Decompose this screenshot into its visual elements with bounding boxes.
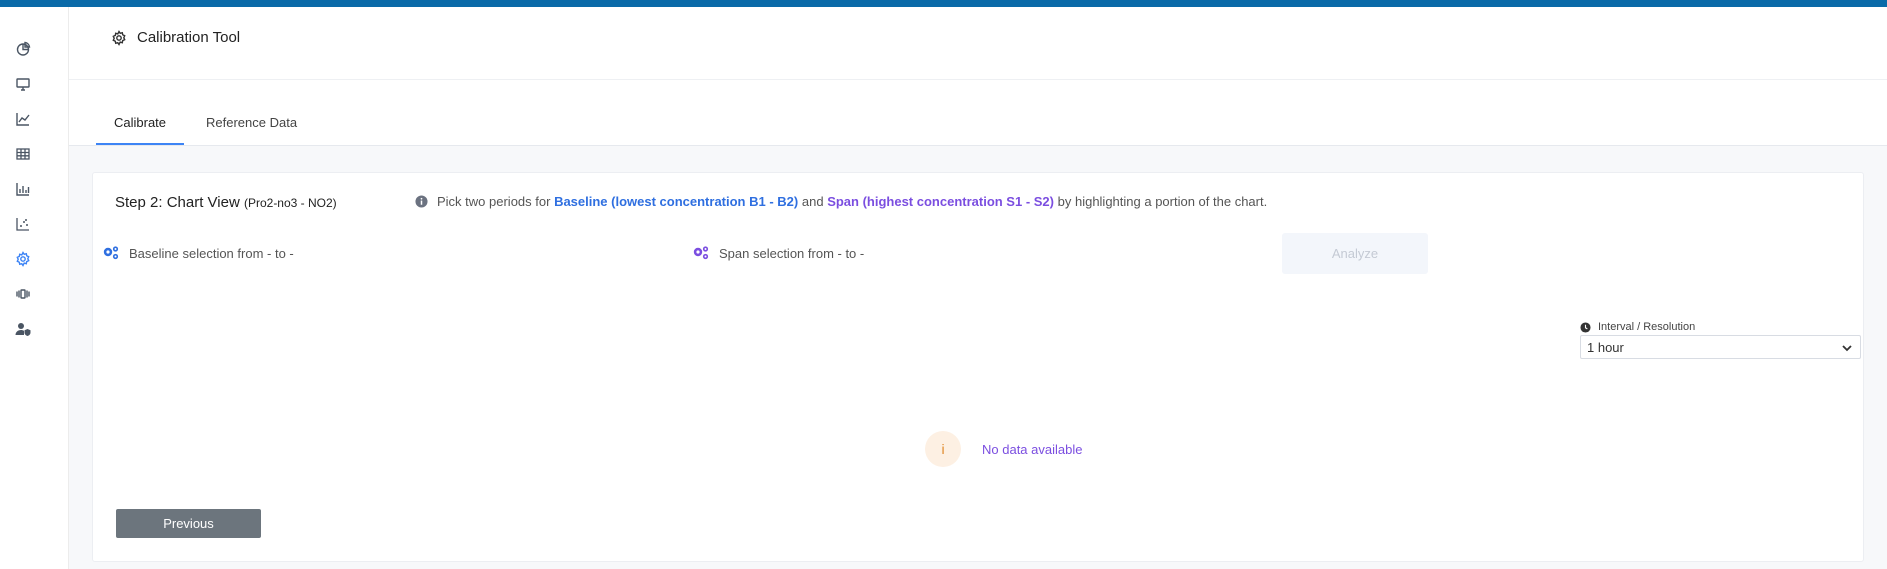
- baseline-selection: Baseline selection from - to -: [102, 245, 294, 261]
- page-header: Calibration Tool: [69, 7, 1887, 80]
- top-accent-bar: [0, 0, 1887, 7]
- cogs-icon: [693, 246, 709, 260]
- sidebar-item-sensors[interactable]: [12, 283, 34, 305]
- interval-label-text: Interval / Resolution: [1598, 321, 1696, 333]
- sidebar-item-trends[interactable]: [12, 108, 34, 130]
- bar-chart-icon: [16, 183, 30, 196]
- scatter-chart-icon: [16, 218, 29, 231]
- step-title: Step 2: Chart View (Pro2-no3 - NO2): [115, 194, 337, 211]
- baseline-highlight: Baseline (lowest concentration B1 - B2): [554, 194, 799, 209]
- step-title-text: Step 2: Chart View: [115, 194, 240, 211]
- interval-select[interactable]: 1 hour: [1580, 335, 1861, 359]
- span-highlight: Span (highest concentration S1 - S2): [827, 194, 1054, 209]
- instructions-and: and: [801, 194, 824, 209]
- table-icon: [16, 148, 30, 160]
- gear-icon: [16, 251, 30, 267]
- sensor-icon: [16, 289, 30, 299]
- cogs-icon: [103, 246, 119, 260]
- span-selection: Span selection from - to -: [692, 245, 864, 261]
- chevron-down-icon: [1842, 345, 1852, 352]
- pie-chart-icon: [16, 41, 31, 56]
- page-title: Calibration Tool: [137, 29, 241, 46]
- sidebar: [0, 7, 69, 569]
- interval-value: 1 hour: [1587, 339, 1624, 355]
- monitor-icon: [16, 78, 30, 91]
- info-badge-icon: i: [925, 431, 961, 467]
- sidebar-item-scatter[interactable]: [12, 213, 34, 235]
- instructions: Pick two periods for Baseline (lowest co…: [415, 194, 1267, 209]
- analyze-button[interactable]: Analyze: [1282, 233, 1428, 274]
- instructions-suffix: by highlighting a portion of the chart.: [1057, 194, 1268, 209]
- clock-icon: [1580, 321, 1591, 333]
- tab-bar: Calibrate Reference Data: [69, 80, 1887, 146]
- tab-reference-data[interactable]: Reference Data: [206, 115, 297, 143]
- sidebar-item-devices[interactable]: [12, 73, 34, 95]
- sidebar-item-calibration[interactable]: [12, 248, 34, 270]
- line-chart-icon: [16, 113, 30, 126]
- gear-icon: [112, 30, 126, 46]
- interval-label: Interval / Resolution: [1580, 321, 1695, 333]
- previous-button[interactable]: Previous: [116, 509, 261, 538]
- sidebar-item-table[interactable]: [12, 143, 34, 165]
- sidebar-item-bar-chart[interactable]: [12, 178, 34, 200]
- sidebar-item-dashboard[interactable]: [12, 38, 34, 60]
- no-data-message: No data available: [982, 442, 1083, 457]
- span-selection-text: Span selection from - to -: [719, 245, 865, 261]
- chart-view-card: Step 2: Chart View (Pro2-no3 - NO2) Pick…: [92, 172, 1864, 562]
- user-shield-icon: [15, 323, 31, 336]
- step-subtitle: (Pro2-no3 - NO2): [243, 196, 337, 210]
- sidebar-item-users[interactable]: [12, 318, 34, 340]
- baseline-selection-text: Baseline selection from - to -: [129, 245, 294, 261]
- info-circle-icon: [415, 195, 428, 208]
- instructions-prefix: Pick two periods for: [437, 194, 551, 209]
- tab-calibrate[interactable]: Calibrate: [96, 115, 185, 145]
